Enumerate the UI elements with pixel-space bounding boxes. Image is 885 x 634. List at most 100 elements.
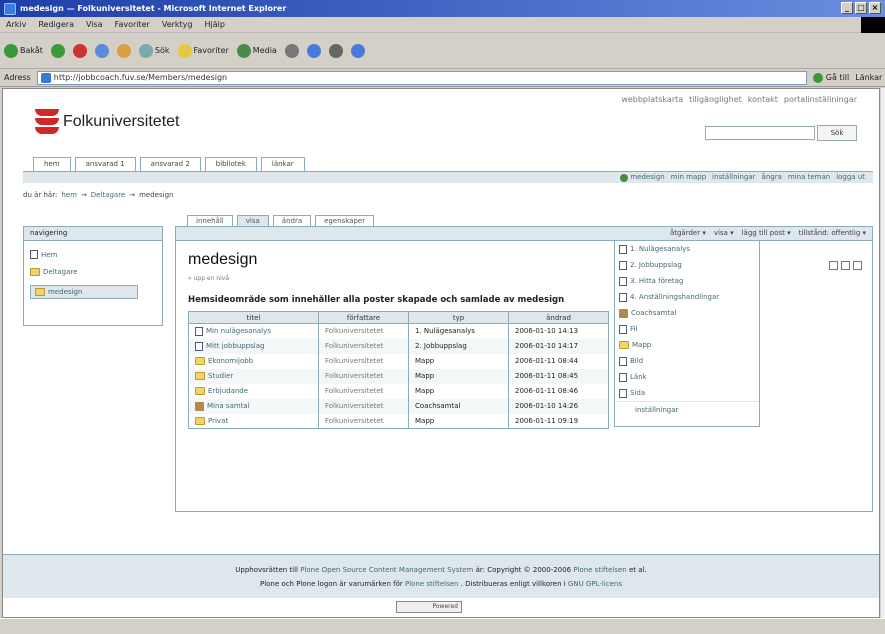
site-action-sitemap[interactable]: webbplatskarta	[621, 95, 683, 104]
row-author[interactable]: Folkuniversitetet	[318, 338, 409, 354]
menu-file[interactable]: Arkiv	[6, 20, 26, 29]
add-item-coachsamtal[interactable]: Coachsamtal	[615, 305, 759, 321]
folder-icon	[195, 357, 205, 365]
site-actions: webbplatskarta tillgänglighet kontakt po…	[621, 95, 857, 104]
row-modified: 2006-01-10 14:17	[508, 338, 609, 354]
row-title-link[interactable]: Privat	[208, 417, 228, 425]
column-header-author[interactable]: författare	[318, 311, 409, 324]
actions-menu[interactable]: åtgärder ▾	[670, 227, 706, 240]
up-one-level-link[interactable]: » upp en nivå	[188, 275, 229, 282]
row-author[interactable]: Folkuniversitetet	[318, 368, 409, 384]
personal-user[interactable]: medesign	[620, 172, 665, 183]
maximize-button[interactable]: □	[855, 2, 867, 14]
search-button[interactable]: Sök	[138, 43, 170, 58]
footer-foundation-link[interactable]: Plone stiftelsen	[405, 580, 458, 588]
stop-icon[interactable]	[72, 43, 87, 58]
menu-edit[interactable]: Redigera	[38, 20, 74, 29]
add-item-settings[interactable]: inställningar	[615, 401, 759, 417]
row-title-link[interactable]: Mitt jobbuppslag	[206, 342, 264, 350]
back-button[interactable]: Bakåt	[4, 43, 43, 58]
send-icon[interactable]	[829, 261, 838, 270]
add-item-menu[interactable]: lägg till post ▾	[742, 227, 791, 240]
history-icon[interactable]	[284, 43, 299, 58]
nav-item-deltagare[interactable]: Deltagare	[24, 268, 162, 276]
site-action-contact[interactable]: kontakt	[748, 95, 778, 104]
tab-ansvarad-2[interactable]: ansvarad 2	[139, 157, 201, 171]
personal-undo[interactable]: ångra	[762, 172, 782, 183]
menu-help[interactable]: Hjälp	[205, 20, 225, 29]
favorites-button[interactable]: Favoriter	[177, 43, 229, 58]
row-author[interactable]: Folkuniversitetet	[318, 323, 409, 339]
nav-item-medesign[interactable]: medesign	[30, 285, 138, 299]
vertical-scrollbar[interactable]	[881, 88, 885, 618]
display-menu[interactable]: visa ▾	[714, 227, 734, 240]
powered-by-plone-badge[interactable]: Powered	[396, 601, 462, 613]
go-button[interactable]: Gå till	[812, 72, 849, 83]
footer-plone-link[interactable]: Plone Open Source Content Management Sys…	[300, 566, 473, 574]
window-title: medesign — Folkuniversitetet - Microsoft…	[20, 4, 287, 13]
row-title-link[interactable]: Erbjudande	[208, 387, 248, 395]
add-item-anstallningshandlingar[interactable]: 4. Anställningshandlingar	[615, 289, 759, 305]
menu-tools[interactable]: Verktyg	[162, 20, 193, 29]
browser-toolbar: Bakåt Sök Favoriter Media	[0, 33, 885, 69]
column-header-title[interactable]: titel	[188, 311, 319, 324]
mail-icon[interactable]	[306, 43, 321, 58]
add-item-file[interactable]: Fil	[615, 321, 759, 337]
address-input[interactable]: http://jobbcoach.fuv.se/Members/medesign	[36, 70, 807, 85]
site-search-button[interactable]: Sök	[817, 125, 857, 141]
print-icon[interactable]	[841, 261, 850, 270]
media-button[interactable]: Media	[236, 43, 277, 58]
breadcrumb-home[interactable]: hem	[61, 191, 77, 199]
footer-gpl-link[interactable]: GNU GPL-licens	[568, 580, 622, 588]
row-author[interactable]: Folkuniversitetet	[318, 383, 409, 399]
add-item-folder[interactable]: Mapp	[615, 337, 759, 353]
site-logo[interactable]: Folkuniversitetet	[35, 109, 180, 135]
table-row: Mitt jobbuppslag Folkuniversitetet 2. Jo…	[188, 338, 609, 354]
add-item-page[interactable]: Sida	[615, 385, 759, 401]
print-icon[interactable]	[328, 43, 343, 58]
row-title-link[interactable]: Mina samtal	[207, 402, 250, 410]
add-item-nulagesanalys[interactable]: 1. Nulägesanalys	[615, 241, 759, 257]
add-item-image[interactable]: Bild	[615, 353, 759, 369]
state-menu[interactable]: tillstånd: offentlig ▾	[799, 227, 866, 240]
tab-ansvarad-1[interactable]: ansvarad 1	[74, 157, 136, 171]
column-header-type[interactable]: typ	[408, 311, 509, 324]
site-search-input[interactable]	[705, 126, 815, 140]
footer-foundation-link[interactable]: Plone stiftelsen	[573, 566, 626, 574]
row-modified: 2006-01-11 08:44	[508, 353, 609, 369]
row-author[interactable]: Folkuniversitetet	[318, 353, 409, 369]
site-action-settings[interactable]: portalinställningar	[784, 95, 857, 104]
minimize-button[interactable]: _	[841, 2, 853, 14]
tab-home[interactable]: hem	[33, 157, 71, 171]
add-item-link[interactable]: Länk	[615, 369, 759, 385]
personal-my-folder[interactable]: min mapp	[671, 172, 706, 183]
menu-favorites[interactable]: Favoriter	[115, 20, 150, 29]
links-button[interactable]: Länkar	[855, 73, 882, 82]
home-icon[interactable]	[116, 43, 131, 58]
row-title-link[interactable]: Ekonomijobb	[208, 357, 253, 365]
close-button[interactable]: ×	[869, 2, 881, 14]
add-item-jobbuppslag[interactable]: 2. Jobbuppslag	[615, 257, 759, 273]
breadcrumb-deltagare[interactable]: Deltagare	[91, 191, 125, 199]
rss-icon[interactable]	[853, 261, 862, 270]
refresh-icon[interactable]	[94, 43, 109, 58]
site-action-accessibility[interactable]: tillgänglighet	[689, 95, 742, 104]
column-header-modified[interactable]: ändrad	[508, 311, 609, 324]
row-author[interactable]: Folkuniversitetet	[318, 413, 409, 429]
tab-library[interactable]: bibliotek	[204, 157, 257, 171]
menu-view[interactable]: Visa	[86, 20, 103, 29]
tab-links[interactable]: länkar	[260, 157, 305, 171]
add-item-hitta-foretag[interactable]: 3. Hitta företag	[615, 273, 759, 289]
row-title-link[interactable]: Studier	[208, 372, 233, 380]
page-footer: Upphovsrätten till Plone Open Source Con…	[3, 554, 879, 598]
file-icon	[619, 324, 627, 334]
row-author[interactable]: Folkuniversitetet	[318, 398, 409, 414]
personal-themes[interactable]: mina teman	[788, 172, 830, 183]
edit-icon[interactable]	[350, 43, 365, 58]
personal-preferences[interactable]: inställningar	[712, 172, 755, 183]
personal-logout[interactable]: logga ut	[836, 172, 865, 183]
go-arrow-icon	[812, 72, 823, 83]
row-title-link[interactable]: Min nulägesanalys	[206, 327, 271, 335]
forward-arrow-icon[interactable]	[50, 43, 65, 58]
nav-item-home[interactable]: Hem	[24, 250, 162, 259]
